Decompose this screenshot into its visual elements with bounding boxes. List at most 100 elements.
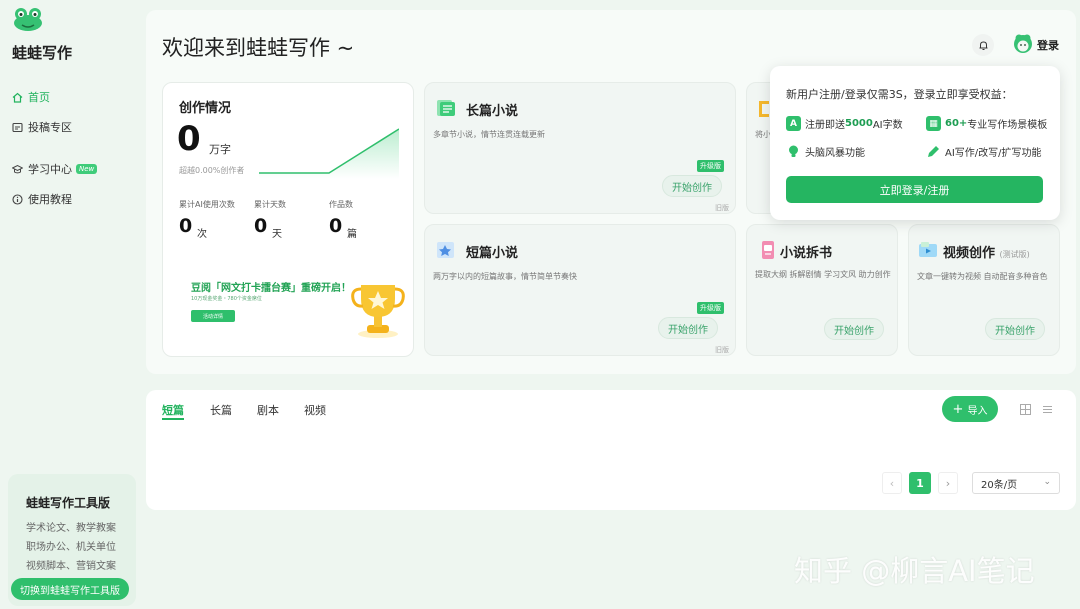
import-button[interactable]: + 导入 bbox=[942, 396, 998, 422]
current-page-button[interactable]: 1 bbox=[909, 472, 931, 494]
short-novel-icon bbox=[437, 242, 454, 258]
tab-video[interactable]: 视频 bbox=[304, 402, 326, 418]
avatar-icon[interactable] bbox=[1012, 32, 1034, 54]
long-novel-card[interactable]: 长篇小说 多章节小说，情节连贯连载更新 升级版 开始创作 旧版 bbox=[424, 82, 736, 214]
ai-usage-value: 0 bbox=[179, 215, 193, 237]
short-novel-card[interactable]: 短篇小说 两万字以内的短篇故事，情节简单节奏快 升级版 开始创作 旧版 bbox=[424, 224, 736, 356]
chevron-down-icon: ⌄ bbox=[1043, 477, 1051, 487]
sidebar-item-label: 投稿专区 bbox=[28, 121, 72, 134]
stats-title: 创作情况 bbox=[179, 101, 232, 116]
beta-tag: (测试版) bbox=[999, 250, 1030, 259]
template-grid-icon: ▦ bbox=[926, 116, 941, 131]
home-icon bbox=[12, 92, 23, 103]
short-novel-desc: 两万字以内的短篇故事，情节简单节奏快 bbox=[433, 272, 577, 281]
inbox-icon bbox=[12, 122, 23, 133]
tab-script[interactable]: 剧本 bbox=[257, 402, 279, 418]
works-unit: 篇 bbox=[347, 229, 357, 240]
novel-split-desc: 提取大纲 拆解剧情 学习文风 助力创作 bbox=[755, 270, 891, 279]
days-value: 0 bbox=[254, 215, 268, 237]
upgrade-badge: 升级版 bbox=[697, 160, 724, 172]
upgrade-badge: 升级版 bbox=[697, 302, 724, 314]
tool-promo-line: 视频脚本、营销文案 bbox=[26, 561, 116, 572]
login-register-button[interactable]: 立即登录/注册 bbox=[786, 176, 1043, 203]
legacy-version-link[interactable]: 旧版 bbox=[715, 345, 729, 355]
ai-usage-unit: 次 bbox=[197, 229, 207, 240]
long-novel-start-button[interactable]: 开始创作 bbox=[662, 175, 722, 197]
tab-short[interactable]: 短篇 bbox=[162, 402, 184, 418]
benefit-free-words: A 注册即送 5000 AI字数 bbox=[786, 116, 903, 131]
pen-icon bbox=[926, 144, 941, 159]
video-creation-title: 视频创作 (测试版) bbox=[943, 242, 1030, 261]
benefit-text: 注册即送 bbox=[805, 120, 845, 131]
sidebar-item-learning[interactable]: 学习中心 New bbox=[12, 161, 98, 177]
ai-usage-label: 累计AI使用次数 bbox=[179, 200, 235, 209]
active-tab-indicator bbox=[162, 418, 184, 420]
long-novel-icon bbox=[437, 100, 455, 116]
frog-logo-icon[interactable] bbox=[12, 6, 44, 32]
works-value: 0 bbox=[329, 215, 343, 237]
word-count: 0 bbox=[177, 119, 201, 159]
list-view-icon[interactable] bbox=[1042, 404, 1053, 415]
days-unit: 天 bbox=[272, 229, 282, 240]
sidebar-item-label: 使用教程 bbox=[28, 193, 72, 206]
benefit-text: AI写作/改写/扩写功能 bbox=[945, 148, 1042, 159]
sidebar-item-tutorial[interactable]: 使用教程 bbox=[12, 191, 72, 207]
letter-a-icon: A bbox=[786, 116, 801, 131]
new-badge: New bbox=[76, 164, 98, 174]
contest-banner[interactable]: 豆阅「网文打卡擂台赛」重磅开启！ 10万现金奖金・780个资金席位 活动详情 bbox=[173, 255, 405, 347]
benefit-text: AI字数 bbox=[872, 120, 903, 131]
tool-promo-line: 职场办公、机关单位 bbox=[26, 542, 116, 553]
sidebar-item-label: 首页 bbox=[28, 91, 50, 104]
tool-version-promo: 蛙蛙写作工具版 学术论文、教学教案 职场办公、机关单位 视频脚本、营销文案 切换… bbox=[8, 474, 136, 606]
novel-split-start-button[interactable]: 开始创作 bbox=[824, 318, 884, 340]
trend-sparkline bbox=[259, 128, 399, 179]
page-size-select[interactable]: 20条/页 ⌄ bbox=[972, 472, 1060, 494]
lightbulb-icon bbox=[786, 144, 801, 159]
login-benefits-popup: 新用户注册/登录仅需3S，登录立即享受权益： A 注册即送 5000 AI字数 ▦ … bbox=[770, 66, 1060, 220]
page-size-value: 20条/页 bbox=[981, 479, 1018, 491]
short-novel-start-button[interactable]: 开始创作 bbox=[658, 317, 718, 339]
partial-card-icon bbox=[759, 101, 769, 117]
notification-button[interactable] bbox=[972, 34, 994, 56]
contest-details-button[interactable]: 活动详情 bbox=[191, 310, 235, 322]
next-page-button[interactable]: › bbox=[938, 472, 958, 494]
sidebar-item-home[interactable]: 首页 bbox=[12, 89, 50, 105]
benefit-text: 头脑风暴功能 bbox=[805, 148, 865, 159]
tool-promo-title: 蛙蛙写作工具版 bbox=[26, 496, 111, 510]
creation-stats-card: 创作情况 0 万字 超越0.00%创作者 累计AI使用次数 0 次 累计天数 0… bbox=[162, 82, 414, 357]
works-label: 作品数 bbox=[329, 200, 353, 209]
sparkline-area bbox=[259, 129, 399, 179]
popup-title: 新用户注册/登录仅需3S，登录立即享受权益： bbox=[786, 88, 1013, 101]
long-novel-desc: 多章节小说，情节连贯连载更新 bbox=[433, 130, 545, 139]
benefit-highlight: 60+ bbox=[945, 118, 968, 129]
short-novel-title: 短篇小说 bbox=[466, 246, 519, 261]
switch-tool-version-button[interactable]: 切换到蛙蛙写作工具版 bbox=[11, 578, 129, 600]
prev-page-button[interactable]: ‹ bbox=[882, 472, 902, 494]
graduation-cap-icon bbox=[12, 164, 23, 175]
partial-card-desc: 将小 bbox=[755, 130, 771, 139]
benefit-text: 专业写作场景模板 bbox=[967, 120, 1048, 131]
sidebar-item-submission[interactable]: 投稿专区 bbox=[12, 119, 72, 135]
brand-name: 蛙蛙写作 bbox=[12, 44, 73, 62]
sidebar: 蛙蛙写作 首页 投稿专区 学习中心 New 使用教程 蛙蛙写作工具版 学术论文、… bbox=[0, 0, 140, 609]
word-count-unit: 万字 bbox=[209, 143, 231, 156]
sidebar-item-label: 学习中心 bbox=[28, 163, 72, 176]
video-creation-start-button[interactable]: 开始创作 bbox=[985, 318, 1045, 340]
contest-subtitle: 10万现金奖金・780个资金席位 bbox=[191, 296, 262, 302]
novel-split-card[interactable]: 小说拆书 提取大纲 拆解剧情 学习文风 助力创作 开始创作 bbox=[746, 224, 898, 356]
legacy-version-link[interactable]: 旧版 bbox=[715, 203, 729, 213]
login-link[interactable]: 登录 bbox=[1037, 37, 1059, 53]
benefit-templates: ▦ 60+ 专业写作场景模板 bbox=[926, 116, 1047, 131]
bell-icon bbox=[979, 40, 987, 50]
video-creation-title-text: 视频创作 bbox=[943, 246, 996, 261]
trophy-icon bbox=[351, 285, 405, 338]
tab-long[interactable]: 长篇 bbox=[210, 402, 232, 418]
benefit-highlight: 5000 bbox=[845, 118, 873, 129]
benefit-brainstorm: 头脑风暴功能 bbox=[786, 144, 865, 159]
video-creation-card[interactable]: 视频创作 (测试版) 文章一键转为视频 自动配音多种音色 开始创作 bbox=[908, 224, 1060, 356]
grid-view-icon[interactable] bbox=[1020, 404, 1031, 415]
import-label: 导入 bbox=[967, 405, 988, 417]
book-split-icon bbox=[762, 241, 774, 259]
watermark: 知乎 @柳言AI笔记 bbox=[794, 554, 1035, 588]
contest-title: 豆阅「网文打卡擂台赛」重磅开启！ bbox=[191, 283, 351, 294]
